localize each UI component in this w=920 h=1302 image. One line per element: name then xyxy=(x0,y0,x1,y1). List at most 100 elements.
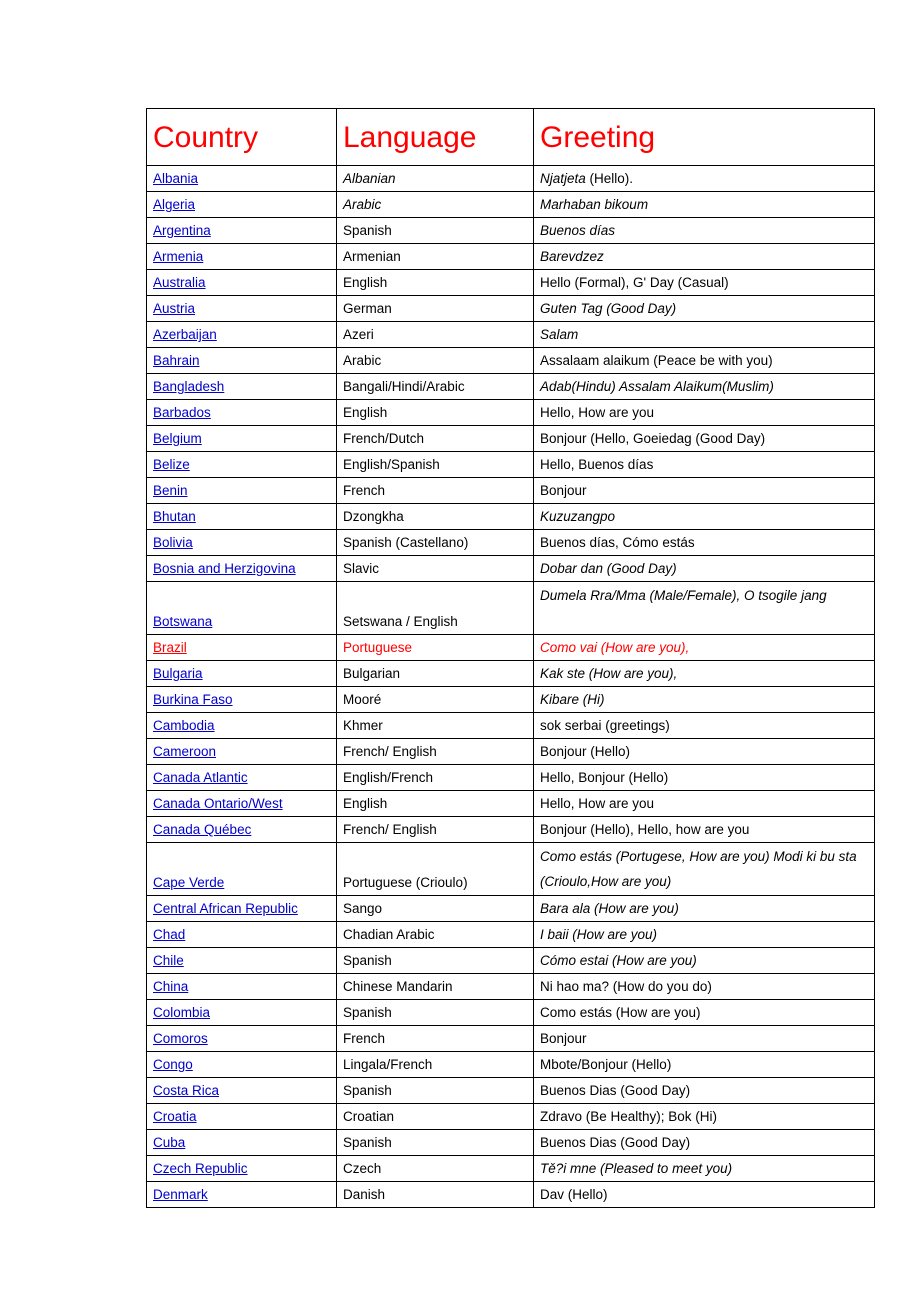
country-link[interactable]: Comoros xyxy=(153,1031,208,1046)
table-row: Barbados English Hello, How are you xyxy=(146,399,875,426)
country-link[interactable]: Albania xyxy=(153,171,198,186)
country-link[interactable]: Cuba xyxy=(153,1135,185,1150)
country-link[interactable]: Colombia xyxy=(153,1005,210,1020)
table-row: Benin French Bonjour xyxy=(146,477,875,504)
country-link[interactable]: Brazil xyxy=(153,640,187,655)
cell-greeting: Assalaam alaikum (Peace be with you) xyxy=(533,347,875,374)
cell-greeting: Marhaban bikoum xyxy=(533,191,875,218)
language-text: Arabic xyxy=(343,197,382,212)
country-link[interactable]: Cameroon xyxy=(153,744,216,759)
table-row: Bolivia Spanish (Castellano) Buenos días, … xyxy=(146,529,875,556)
country-link[interactable]: Denmark xyxy=(153,1187,208,1202)
cell-greeting: Bara ala (How are you) xyxy=(533,895,875,922)
cell-country: Burkina Faso xyxy=(146,686,337,713)
country-link[interactable]: Bangladesh xyxy=(153,379,224,394)
country-link[interactable]: Argentina xyxy=(153,223,211,238)
country-link[interactable]: Algeria xyxy=(153,197,195,212)
table-row: Belgium French/Dutch Bonjour (Hello, Goeie… xyxy=(146,425,875,452)
table-row: Brazil Portuguese Como vai (How are you), xyxy=(146,634,875,661)
country-link[interactable]: Canada Ontario/West xyxy=(153,796,283,811)
country-link[interactable]: Belize xyxy=(153,457,190,472)
cell-country: Albania xyxy=(146,165,337,192)
country-link[interactable]: Austria xyxy=(153,301,195,316)
cell-country: Botswana xyxy=(146,581,337,635)
cell-country: Central African Republic xyxy=(146,895,337,922)
country-link[interactable]: Barbados xyxy=(153,405,211,420)
country-link[interactable]: Central African Republic xyxy=(153,901,298,916)
language-text: Khmer xyxy=(343,718,383,733)
country-link[interactable]: Bolivia xyxy=(153,535,193,550)
greeting-text: Hello, How are you xyxy=(540,405,655,420)
country-link[interactable]: Congo xyxy=(153,1057,193,1072)
country-link[interactable]: Bulgaria xyxy=(153,666,203,681)
cell-country: Belgium xyxy=(146,425,337,452)
greeting-text: Hello, How are you xyxy=(540,796,655,811)
country-link[interactable]: Cape Verde xyxy=(153,875,224,890)
cell-country: Canada Atlantic xyxy=(146,764,337,791)
language-text: Armenian xyxy=(343,249,401,264)
country-link[interactable]: Benin xyxy=(153,483,188,498)
country-link[interactable]: Azerbaijan xyxy=(153,327,217,342)
country-link[interactable]: Belgium xyxy=(153,431,202,446)
language-text: German xyxy=(343,301,392,316)
cell-language: Arabic xyxy=(336,191,534,218)
cell-language: Bulgarian xyxy=(336,660,534,687)
cell-language: Croatian xyxy=(336,1103,534,1130)
greeting-text-italic: Guten Tag (Good Day) xyxy=(540,301,677,316)
cell-language: Sango xyxy=(336,895,534,922)
greeting-text: (Hello). xyxy=(585,171,634,186)
table-row: Chad Chadian Arabic I baii (How are you) xyxy=(146,921,875,948)
country-link[interactable]: Canada Québec xyxy=(153,822,251,837)
country-link[interactable]: Armenia xyxy=(153,249,203,264)
cell-country: Bosnia and Herzigovina xyxy=(146,555,337,582)
table-row: Central African Republic Sango Bara ala (H… xyxy=(146,895,875,922)
cell-greeting: Como estás (Portugese, How are you) Modi… xyxy=(533,842,875,896)
cell-country: Croatia xyxy=(146,1103,337,1130)
country-link[interactable]: Botswana xyxy=(153,614,212,629)
greeting-text: Bonjour xyxy=(540,1031,587,1046)
country-link[interactable]: Chad xyxy=(153,927,185,942)
country-link[interactable]: Chile xyxy=(153,953,184,968)
column-header-country: Country xyxy=(146,108,337,166)
greeting-text-italic: Como estás (Portugese, How are you) Modi… xyxy=(540,849,857,889)
language-text: Spanish xyxy=(343,1005,392,1020)
table-row: Bhutan Dzongkha Kuzuzangpo xyxy=(146,503,875,530)
country-link[interactable]: Canada Atlantic xyxy=(153,770,248,785)
table-row: Australia English Hello (Formal), G' Day (… xyxy=(146,269,875,296)
greeting-text-italic: Dobar dan (Good Day) xyxy=(540,561,677,576)
cell-country: Chad xyxy=(146,921,337,948)
country-link[interactable]: Burkina Faso xyxy=(153,692,233,707)
language-text: Slavic xyxy=(343,561,380,576)
country-link[interactable]: Australia xyxy=(153,275,206,290)
country-link[interactable]: China xyxy=(153,979,188,994)
country-link[interactable]: Croatia xyxy=(153,1109,197,1124)
cell-language: English xyxy=(336,269,534,296)
greeting-text-italic: Como vai (How are you), xyxy=(540,640,690,655)
cell-country: Colombia xyxy=(146,999,337,1026)
country-link[interactable]: Bhutan xyxy=(153,509,196,524)
country-link[interactable]: Bahrain xyxy=(153,353,200,368)
country-link[interactable]: Costa Rica xyxy=(153,1083,219,1098)
table-row: Cambodia Khmer sok serbai (greetings) xyxy=(146,712,875,739)
language-text: Spanish xyxy=(343,1135,392,1150)
cell-greeting: sok serbai (greetings) xyxy=(533,712,875,739)
cell-country: Cameroon xyxy=(146,738,337,765)
language-text: Dzongkha xyxy=(343,509,404,524)
cell-language: Chinese Mandarin xyxy=(336,973,534,1000)
country-link[interactable]: Bosnia and Herzigovina xyxy=(153,561,296,576)
greeting-text: Hello, Buenos días xyxy=(540,457,654,472)
table-row: Algeria Arabic Marhaban bikoum xyxy=(146,191,875,218)
language-text: French/ English xyxy=(343,744,437,759)
greeting-text-italic: Kuzuzangpo xyxy=(540,509,616,524)
greeting-text-italic: Marhaban bikoum xyxy=(540,197,649,212)
country-link[interactable]: Czech Republic xyxy=(153,1161,248,1176)
greeting-text-italic: Cómo estai (How are you) xyxy=(540,953,697,968)
country-link[interactable]: Cambodia xyxy=(153,718,215,733)
cell-language: Czech xyxy=(336,1155,534,1182)
language-text: French xyxy=(343,483,386,498)
cell-greeting: Bonjour xyxy=(533,1025,875,1052)
cell-greeting: I baii (How are you) xyxy=(533,921,875,948)
cell-language: Setswana / English xyxy=(336,581,534,635)
language-text: Croatian xyxy=(343,1109,395,1124)
table-row: Colombia Spanish Como estás (How are you) xyxy=(146,999,875,1026)
